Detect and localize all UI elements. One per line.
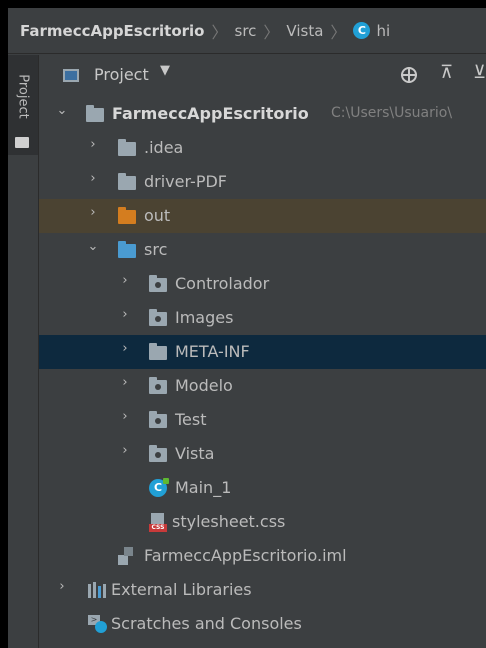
chevron-down-icon[interactable]: ⌄ bbox=[86, 240, 100, 254]
java-class-icon: C bbox=[353, 22, 371, 39]
tree-item-label: Vista bbox=[175, 444, 215, 463]
scratches-icon-badge bbox=[95, 621, 107, 633]
tree-item-stylesheet[interactable]: CSS stylesheet.css bbox=[39, 505, 486, 539]
tree-item-label: FarmeccAppEscritorio bbox=[112, 104, 309, 123]
project-view-selector[interactable]: Project bbox=[94, 65, 149, 84]
tree-item-modelo[interactable]: › Modelo bbox=[39, 369, 486, 403]
css-file-tag: CSS bbox=[149, 524, 167, 532]
chevron-right-icon[interactable]: › bbox=[118, 308, 132, 322]
tree-item-src[interactable]: ⌄ src bbox=[39, 233, 486, 267]
module-file-icon bbox=[118, 547, 134, 565]
css-file-icon: CSS bbox=[149, 513, 167, 533]
tree-item-label: Modelo bbox=[175, 376, 233, 395]
module-file-icon-part bbox=[124, 547, 133, 556]
scratches-icon: > bbox=[88, 615, 108, 633]
folder-icon bbox=[118, 139, 136, 156]
tree-item-controlador[interactable]: › Controlador bbox=[39, 267, 486, 301]
chevron-right-icon[interactable]: › bbox=[118, 410, 132, 424]
folder-icon bbox=[118, 173, 136, 190]
package-icon bbox=[149, 275, 167, 292]
libraries-icon bbox=[88, 582, 106, 598]
dropdown-arrow-icon[interactable]: ▼ bbox=[160, 63, 170, 78]
tree-item-label: Main_1 bbox=[175, 478, 232, 497]
tool-window-stripe: Project bbox=[8, 55, 39, 648]
chevron-right-icon[interactable]: › bbox=[86, 206, 100, 220]
tree-item-external-libraries[interactable]: › External Libraries bbox=[39, 573, 486, 607]
ide-window: FarmeccAppEscritorio 〉 src 〉 Vista 〉 C h… bbox=[8, 8, 486, 648]
tree-item-label: Controlador bbox=[175, 274, 270, 293]
chevron-right-icon[interactable]: › bbox=[118, 274, 132, 288]
tree-item-label: driver-PDF bbox=[144, 172, 227, 191]
window-frame: FarmeccAppEscritorio 〉 src 〉 Vista 〉 C h… bbox=[0, 0, 486, 648]
project-panel-header: Project ▼ ⊼ ⊻ bbox=[39, 55, 486, 95]
libraries-icon-bar bbox=[98, 586, 101, 598]
tree-item-path: C:\Users\Usuario\ bbox=[331, 105, 453, 121]
tree-item-label: out bbox=[144, 206, 171, 225]
folder-icon bbox=[149, 343, 167, 360]
package-icon bbox=[149, 445, 167, 462]
libraries-icon-bar bbox=[103, 584, 106, 598]
chevron-right-icon[interactable]: › bbox=[55, 580, 69, 594]
breadcrumb-src[interactable]: src bbox=[235, 22, 257, 40]
tree-item-main-1[interactable]: C Main_1 bbox=[39, 471, 486, 505]
tree-item-meta-inf[interactable]: › META-INF bbox=[39, 335, 486, 369]
chevron-right-icon[interactable]: › bbox=[118, 342, 132, 356]
tree-item-label: Images bbox=[175, 308, 234, 327]
tree-item-label: stylesheet.css bbox=[172, 512, 286, 531]
locate-file-icon[interactable] bbox=[401, 67, 417, 83]
breadcrumb-project[interactable]: FarmeccAppEscritorio bbox=[20, 22, 204, 40]
tree-item-label: Scratches and Consoles bbox=[111, 614, 302, 633]
libraries-icon-bar bbox=[93, 582, 96, 598]
chevron-right-icon[interactable]: › bbox=[118, 376, 132, 390]
tree-item-out[interactable]: › out bbox=[39, 199, 486, 233]
package-icon bbox=[149, 411, 167, 428]
folder-icon bbox=[15, 137, 29, 148]
chevron-right-icon[interactable]: › bbox=[118, 444, 132, 458]
tree-item-iml[interactable]: FarmeccAppEscritorio.iml bbox=[39, 539, 486, 573]
tree-item-label: External Libraries bbox=[111, 580, 252, 599]
breadcrumb: FarmeccAppEscritorio 〉 src 〉 Vista 〉 C h… bbox=[8, 8, 486, 54]
breadcrumb-file[interactable]: hi bbox=[376, 22, 390, 40]
module-file-icon-part bbox=[118, 555, 128, 565]
java-class-icon: C bbox=[149, 478, 169, 497]
project-view-icon bbox=[63, 69, 79, 82]
tree-item-label: Test bbox=[175, 410, 207, 429]
project-tool-tab-label: Project bbox=[15, 74, 31, 119]
tree-item-driver-pdf[interactable]: › driver-PDF bbox=[39, 165, 486, 199]
breadcrumb-separator-icon: 〉 bbox=[263, 22, 280, 42]
project-panel: Project ▼ ⊼ ⊻ ⌄ FarmeccAppEscritorio C:\… bbox=[39, 55, 486, 648]
breadcrumb-separator-icon: 〉 bbox=[211, 22, 228, 42]
excluded-folder-icon bbox=[118, 207, 136, 224]
tree-item-idea[interactable]: › .idea bbox=[39, 131, 486, 165]
tree-item-scratches[interactable]: > Scratches and Consoles bbox=[39, 607, 486, 641]
chevron-down-icon[interactable]: ⌄ bbox=[55, 104, 69, 118]
project-tool-tab[interactable]: Project bbox=[8, 55, 38, 155]
tree-item-test[interactable]: › Test bbox=[39, 403, 486, 437]
tree-item-label: FarmeccAppEscritorio.iml bbox=[144, 546, 347, 565]
expand-all-icon[interactable]: ⊻ bbox=[473, 62, 486, 83]
tree-item-images[interactable]: › Images bbox=[39, 301, 486, 335]
tree-item-project-root[interactable]: ⌄ FarmeccAppEscritorio C:\Users\Usuario\ bbox=[39, 97, 486, 131]
libraries-icon-bar bbox=[88, 584, 91, 598]
chevron-right-icon[interactable]: › bbox=[86, 138, 100, 152]
module-folder-icon bbox=[86, 105, 104, 122]
tree-item-label: .idea bbox=[144, 138, 184, 157]
package-icon bbox=[149, 309, 167, 326]
package-icon bbox=[149, 377, 167, 394]
breadcrumb-vista[interactable]: Vista bbox=[286, 22, 323, 40]
tree-item-label: META-INF bbox=[175, 342, 250, 361]
chevron-right-icon[interactable]: › bbox=[86, 172, 100, 186]
tree-item-label: src bbox=[144, 240, 168, 259]
tree-item-vista[interactable]: › Vista bbox=[39, 437, 486, 471]
source-folder-icon bbox=[118, 241, 136, 258]
collapse-all-icon[interactable]: ⊼ bbox=[440, 62, 453, 83]
breadcrumb-separator-icon: 〉 bbox=[330, 22, 347, 42]
